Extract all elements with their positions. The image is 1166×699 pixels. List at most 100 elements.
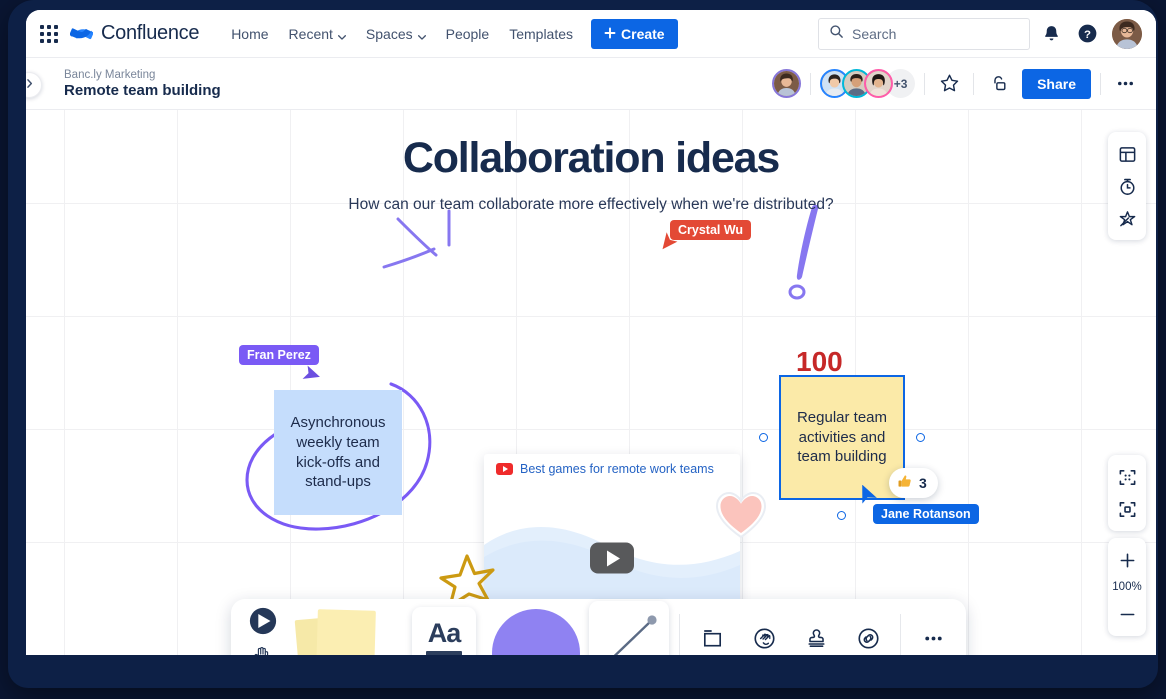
templates-button[interactable] [1108,138,1146,170]
board-title-block: Collaboration ideas How can our team col… [26,136,1156,214]
nav-item-templates-label: Templates [509,26,573,42]
zoom-in-button[interactable] [1108,544,1146,576]
collaborator-avatars: +3 [820,69,915,98]
profile-avatar[interactable] [1112,19,1142,49]
help-icon: ? [1077,23,1098,44]
resize-handle-bottom[interactable] [837,511,846,520]
nav-item-spaces[interactable]: Spaces [356,20,436,48]
resize-handle-left[interactable] [759,433,768,442]
avatar-active-user[interactable] [772,69,801,98]
magic-wand-icon [1118,209,1137,228]
fit-selection-icon [1118,500,1137,519]
reaction-count: 3 [919,475,927,491]
text-tool-button[interactable]: Aa [401,599,487,655]
nav-item-home[interactable]: Home [221,20,278,48]
svg-text:100: 100 [796,346,843,377]
line-tool-button[interactable] [585,599,673,655]
avatar-collaborator-3[interactable] [864,69,893,98]
chevron-right-icon [26,76,35,94]
templates-icon [1118,145,1137,164]
page-title[interactable]: Remote team building [64,82,221,99]
nav-item-recent[interactable]: Recent [279,20,356,48]
search-input[interactable] [852,26,1019,42]
text-underline-bar [426,651,462,656]
reaction-tool-button[interactable] [738,599,790,655]
text-tool-card[interactable]: Aa [412,607,476,655]
divider [1100,73,1101,95]
sticky-note-blue[interactable]: Asynchronous weekly team kick-offs and s… [274,390,402,515]
divider [973,73,974,95]
zoom-controls: 100% [1108,538,1146,636]
app-switcher-icon[interactable] [36,21,62,47]
hand-icon [252,643,274,655]
purple-sparkle-decoration [376,205,486,285]
link-tool-button[interactable] [842,599,894,655]
nav-item-home-label: Home [231,26,268,42]
hand-tool-button[interactable] [252,643,274,655]
fit-content-icon [1118,468,1137,487]
youtube-icon [496,463,513,475]
page-actions: +3 Share [772,69,1140,99]
nav-item-templates[interactable]: Templates [499,20,583,48]
breadcrumb: Banc.ly Marketing Remote team building [64,69,221,99]
frame-tool-button[interactable] [686,599,738,655]
search-box[interactable] [818,18,1030,50]
cursor-label-fran-perez: Fran Perez [239,345,319,365]
share-button[interactable]: Share [1022,69,1091,99]
more-tools-button[interactable] [907,599,959,655]
toolbar-divider [679,614,680,655]
device-bezel: Confluence Home Recent Spaces People Tem… [8,0,1158,688]
line-tool-card[interactable] [589,601,669,655]
sticky-note-tool-button[interactable] [289,599,401,655]
exclamation-mark-decoration [786,203,856,303]
nav-item-people[interactable]: People [436,20,500,48]
sticky-notes-icon [291,602,399,655]
zoom-level[interactable]: 100% [1112,576,1141,598]
text-tool-label: Aa [428,620,461,647]
sidebar-expand-button[interactable] [26,72,42,98]
magic-button[interactable] [1108,202,1146,234]
search-icon [829,24,844,44]
unlock-icon [988,73,1009,94]
line-icon [589,601,669,655]
zoom-out-button[interactable] [1108,598,1146,630]
resize-handle-right[interactable] [916,433,925,442]
fit-content-button[interactable] [1108,461,1146,493]
restrictions-button[interactable] [983,69,1013,99]
page-more-options-button[interactable] [1110,69,1140,99]
whiteboard-canvas[interactable]: Collaboration ideas How can our team col… [26,110,1156,655]
stamp-tool-button[interactable] [790,599,842,655]
create-button[interactable]: Create [591,19,678,49]
nav-right-cluster: ? [818,18,1142,50]
timer-button[interactable] [1108,170,1146,202]
thumbs-up-icon [897,473,914,493]
board-subtitle[interactable]: How can our team collaborate more effect… [26,196,1156,214]
reaction-badge[interactable]: 3 [889,468,938,498]
select-tool-button[interactable] [248,606,278,641]
video-play-button[interactable] [590,543,634,574]
chevron-down-icon [337,29,346,38]
fit-selection-button[interactable] [1108,493,1146,525]
shape-tool-button[interactable] [487,599,585,655]
sticky-note-yellow[interactable]: Regular team activities and team buildin… [779,375,905,500]
notifications-button[interactable] [1036,19,1066,49]
frame-icon [700,626,725,651]
nav-item-recent-label: Recent [289,26,333,42]
help-button[interactable]: ? [1072,19,1102,49]
board-title[interactable]: Collaboration ideas [26,136,1156,181]
brand-name: Confluence [101,22,199,45]
cursor-label-crystal-wu: Crystal Wu [670,220,751,240]
star-button[interactable] [934,69,964,99]
sticky-note-yellow-text: Regular team activities and team buildin… [793,408,891,467]
more-horizontal-icon [921,626,946,651]
more-options-icon [1115,73,1136,94]
video-card-header: Best games for remote work teams [484,454,740,483]
divider [810,73,811,95]
confluence-app-window: Confluence Home Recent Spaces People Tem… [26,10,1156,655]
svg-text:100: 100 [796,346,843,377]
video-card-title[interactable]: Best games for remote work teams [520,462,714,476]
confluence-logo-link[interactable]: Confluence [70,22,199,45]
chevron-down-icon [417,29,426,38]
toolbar-divider [900,614,901,655]
breadcrumb-space[interactable]: Banc.ly Marketing [64,69,221,81]
